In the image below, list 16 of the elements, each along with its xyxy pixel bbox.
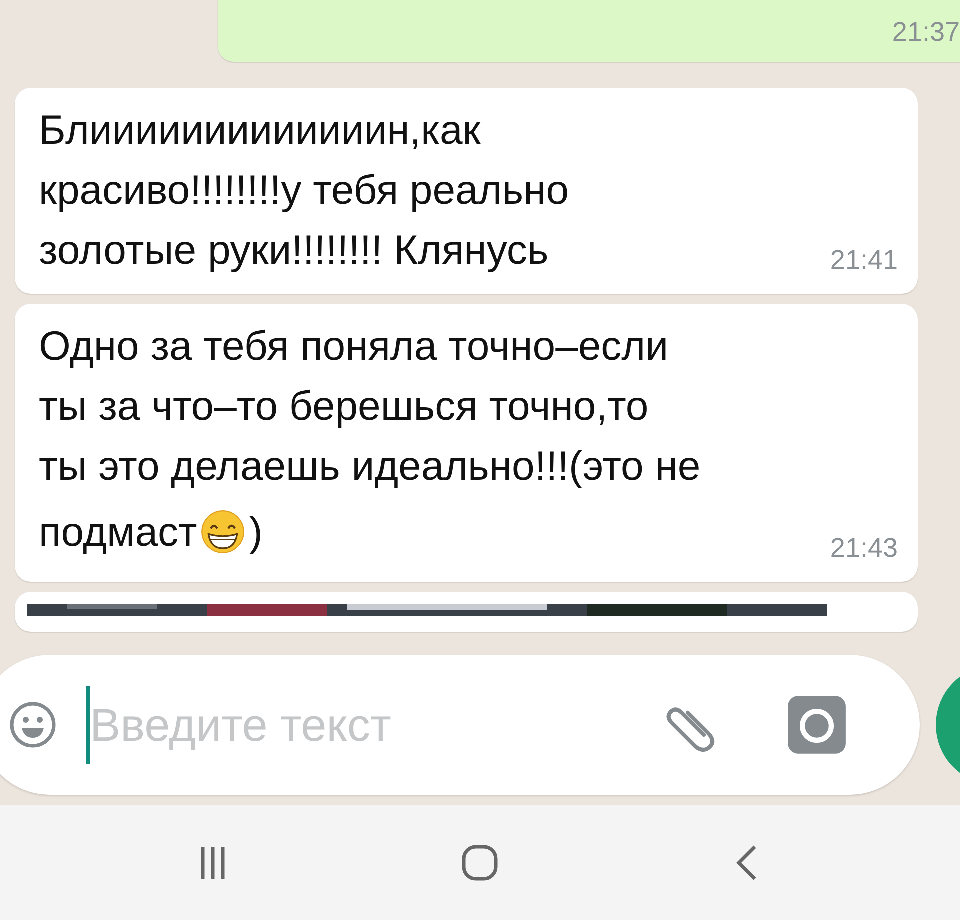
grinning-face-icon [201, 510, 246, 554]
message-text: красиво!!!!!!!!у тебя реально [39, 166, 570, 215]
message-time: 21:37 [892, 17, 960, 48]
message-time: 21:43 [830, 533, 898, 564]
message-text: ты за что–то берешься точно,то [39, 382, 649, 431]
message-text: ) [249, 508, 263, 557]
message-text: подмаст [39, 508, 198, 557]
message-text: Одно за тебя поняла точно–если [39, 322, 668, 371]
home-icon[interactable] [460, 842, 500, 882]
message-input[interactable]: Введите текст [90, 698, 630, 752]
message-text: Блииииииииииииин,как [39, 106, 481, 155]
message-text: ты это делаешь идеально!!!(это не [39, 442, 701, 491]
camera-icon[interactable] [786, 694, 848, 756]
emoji-icon[interactable] [8, 700, 58, 750]
message-text: золотые руки!!!!!!!! Клянусь [39, 226, 549, 275]
message-time: 21:41 [830, 245, 898, 276]
